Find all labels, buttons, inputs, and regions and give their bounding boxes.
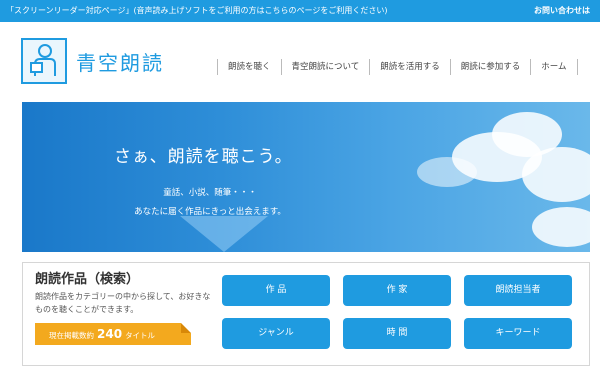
category-button-genre[interactable]: ジャンル [222, 318, 330, 349]
cloud-decoration [417, 157, 477, 187]
main-nav: 朗読を聴く 青空朗読について 朗読を活用する 朗読に参加する ホーム [217, 56, 578, 78]
search-panel: 朗読作品（検索） 朗読作品をカテゴリーの中から探して、お好きなものを聴くことがで… [22, 262, 590, 366]
category-button-work[interactable]: 作 品 [222, 275, 330, 306]
screen-reader-link[interactable]: 「スクリーンリーダー対応ページ」(音声読み上げソフトをご利用の方はこちらのページ… [6, 0, 388, 22]
cloud-decoration [532, 207, 590, 247]
contact-link[interactable]: お問い合わせは [534, 0, 590, 22]
count-value: 240 [97, 327, 123, 341]
category-button-reader[interactable]: 朗読担当者 [464, 275, 572, 306]
nav-home[interactable]: ホーム [530, 59, 578, 75]
hero-title: さぁ、朗読を聴こう。 [114, 147, 293, 167]
nav-about[interactable]: 青空朗読について [280, 59, 370, 75]
category-button-keyword[interactable]: キーワード [464, 318, 572, 349]
search-description: 朗読作品をカテゴリーの中から探して、お好きなものを聴くことができます。 [35, 292, 211, 314]
hero-banner: さぁ、朗読を聴こう。 童話、小説、随筆・・・ あなたに届く作品にきっと出会えます… [22, 102, 590, 252]
hero-line-1: 童話、小説、随筆・・・ [163, 188, 257, 198]
cloud-decoration [522, 147, 590, 202]
category-button-author[interactable]: 作 家 [343, 275, 451, 306]
logo-text: 青空朗読 [76, 51, 164, 75]
site-logo[interactable]: 青空朗読 [21, 38, 164, 92]
hero-line-2: あなたに届く作品にきっと出会えます。 [134, 207, 286, 217]
header: 青空朗読 朗読を聴く 青空朗読について 朗読を活用する 朗読に参加する ホーム [0, 22, 600, 100]
category-button-time[interactable]: 時 間 [343, 318, 451, 349]
count-badge: 現在掲載数約 240 タイトル [35, 323, 191, 345]
nav-listen[interactable]: 朗読を聴く [217, 59, 281, 75]
corner-fold [181, 323, 191, 333]
reader-icon [21, 38, 67, 84]
count-suffix: タイトル [125, 331, 156, 340]
nav-participate[interactable]: 朗読に参加する [449, 59, 531, 75]
search-title: 朗読作品（検索） [35, 272, 140, 287]
top-bar: 「スクリーンリーダー対応ページ」(音声読み上げソフトをご利用の方はこちらのページ… [0, 0, 600, 22]
nav-utilize[interactable]: 朗読を活用する [369, 59, 450, 75]
hero-arrow [180, 216, 268, 252]
count-prefix: 現在掲載数約 [49, 331, 94, 340]
